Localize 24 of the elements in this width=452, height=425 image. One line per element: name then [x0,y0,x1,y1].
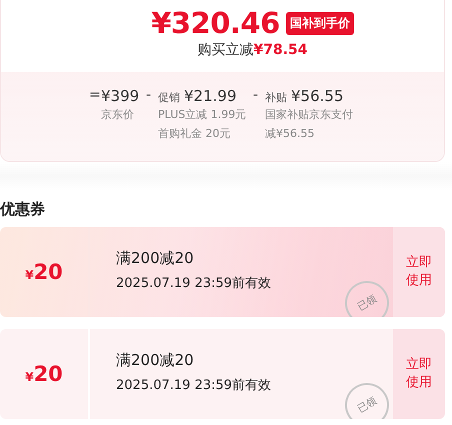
operator: - [253,87,260,105]
coupon-value: ¥20 [25,260,63,284]
operator: - [146,87,152,105]
saving-text: 购买立减¥78.54 [197,41,308,59]
use-button[interactable]: 立即使用 [393,227,445,317]
breakdown-note: 京东价 [101,107,135,123]
breakdown-note: 国家补贴京东支付 [265,107,353,123]
breakdown-label: 促销 [158,90,180,105]
breakdown-amount: ¥399 [101,87,140,105]
breakdown-amount: ¥56.55 [291,87,344,105]
operator: = [89,87,101,105]
breakdown-note: PLUS立减 1.99元 [158,107,246,123]
breakdown-label: 补贴 [265,90,287,105]
final-price: ¥320.46 [151,6,280,40]
price-tag: 国补到手价 [286,12,354,34]
coupon-validity: 2025.07.19 23:59前有效 [116,377,272,394]
breakdown-note: 减¥56.55 [265,126,316,142]
breakdown-note: 首购礼金 20元 [158,126,232,142]
coupon-rule: 满200减20 [116,351,195,370]
coupon-rule: 满200减20 [116,249,195,268]
coupon-value: ¥20 [25,362,63,386]
breakdown-amount: ¥21.99 [184,87,236,105]
use-button[interactable]: 立即使用 [393,329,445,419]
coupon-validity: 2025.07.19 23:59前有效 [116,275,272,292]
